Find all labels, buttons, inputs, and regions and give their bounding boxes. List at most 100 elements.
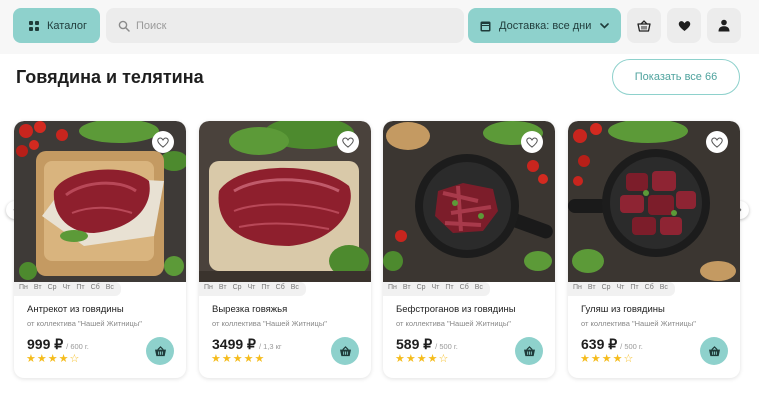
day-label: Вс	[659, 284, 668, 291]
product-price: 3499 ₽	[212, 336, 256, 352]
day-label: Сб	[90, 284, 100, 291]
product-maker: от коллектива "Нашей Житницы"	[27, 319, 142, 328]
delivery-days: Пн Вт Ср Чт Пт Сб Вс	[568, 282, 675, 296]
product-unit: / 600 г.	[66, 342, 89, 351]
product-unit: / 500 г.	[620, 342, 643, 351]
product-card[interactable]: Пн Вт Ср Чт Пт Сб Вс Антрекот из говядины от к…	[14, 121, 186, 378]
delivery-days: Пн Вт Ср Чт Пт Сб Вс	[14, 282, 121, 296]
star-filled-icon: ★	[232, 353, 243, 365]
day-label: Пт	[76, 284, 85, 291]
top-bar: Каталог Доставка: все дни	[0, 0, 759, 54]
star-filled-icon: ★	[254, 353, 265, 365]
add-to-cart-button[interactable]	[700, 337, 728, 365]
day-label: Пн	[19, 284, 28, 291]
price-row: 589 ₽ / 500 г.	[396, 336, 458, 353]
star-empty-icon: ☆	[438, 353, 449, 365]
day-label: Пт	[445, 284, 454, 291]
day-label: Вт	[402, 284, 411, 291]
star-filled-icon: ★	[36, 353, 47, 365]
product-card[interactable]: Пн Вт Ср Чт Пт Сб Вс Вырезка говяжья от коллек…	[199, 121, 371, 378]
catalog-button[interactable]: Каталог	[13, 8, 100, 43]
add-to-cart-button[interactable]	[515, 337, 543, 365]
product-price: 999 ₽	[27, 336, 64, 352]
day-label: Пн	[573, 284, 582, 291]
search-input[interactable]	[136, 19, 436, 32]
product-maker: от коллектива "Нашей Житницы"	[396, 319, 511, 328]
star-empty-icon: ☆	[69, 353, 80, 365]
grid-icon	[29, 20, 39, 31]
star-filled-icon: ★	[395, 353, 405, 365]
section-title: Говядина и телятина	[16, 67, 204, 87]
heart-outline-icon	[711, 137, 723, 148]
basket-icon	[154, 345, 166, 356]
day-label: Ср	[416, 284, 426, 291]
delivery-days: Пн Вт Ср Чт Пт Сб Вс	[383, 282, 490, 296]
star-filled-icon: ★	[427, 353, 438, 365]
basket-icon	[637, 19, 651, 32]
favorite-button[interactable]	[521, 131, 543, 153]
day-label: Сб	[459, 284, 469, 291]
search-icon	[118, 20, 130, 32]
day-label: Пт	[630, 284, 639, 291]
star-filled-icon: ★	[26, 353, 36, 365]
day-label: Вс	[105, 284, 114, 291]
day-label: Чт	[247, 284, 256, 291]
product-card[interactable]: Пн Вт Ср Чт Пт Сб Вс Гуляш из говядины от колл…	[568, 121, 740, 378]
product-title[interactable]: Вырезка говяжья	[212, 304, 287, 315]
product-maker: от коллектива "Нашей Житницы"	[581, 319, 696, 328]
star-filled-icon: ★	[590, 353, 601, 365]
basket-icon	[339, 345, 351, 356]
add-to-cart-button[interactable]	[331, 337, 359, 365]
day-label: Вс	[290, 284, 299, 291]
day-label: Ср	[232, 284, 242, 291]
product-photo[interactable]	[383, 121, 555, 282]
price-row: 3499 ₽ / 1,3 кг	[212, 336, 282, 353]
day-label: Чт	[62, 284, 71, 291]
day-label: Вс	[474, 284, 483, 291]
star-empty-icon: ☆	[623, 353, 634, 365]
star-filled-icon: ★	[211, 353, 221, 365]
rating-stars: ★ ★ ★ ★ ☆	[580, 354, 634, 365]
day-label: Вт	[218, 284, 227, 291]
product-title[interactable]: Гуляш из говядины	[581, 304, 665, 315]
show-all-button[interactable]: Показать все 66	[612, 59, 740, 95]
product-price: 589 ₽	[396, 336, 433, 352]
profile-button[interactable]	[707, 8, 741, 43]
product-photo[interactable]	[14, 121, 186, 282]
price-row: 999 ₽ / 600 г.	[27, 336, 89, 353]
star-filled-icon: ★	[580, 353, 590, 365]
star-filled-icon: ★	[47, 353, 58, 365]
favorite-button[interactable]	[152, 131, 174, 153]
favorites-button[interactable]	[667, 8, 701, 43]
day-label: Ср	[601, 284, 611, 291]
delivery-days: Пн Вт Ср Чт Пт Сб Вс	[199, 282, 306, 296]
user-icon	[718, 19, 730, 32]
product-card[interactable]: Пн Вт Ср Чт Пт Сб Вс Бефстроганов из говядины …	[383, 121, 555, 378]
product-price: 639 ₽	[581, 336, 618, 352]
basket-icon	[708, 345, 720, 356]
star-filled-icon: ★	[58, 353, 69, 365]
product-title[interactable]: Антрекот из говядины	[27, 304, 124, 315]
search-bar[interactable]	[106, 8, 464, 43]
chevron-down-icon	[600, 22, 609, 29]
product-title[interactable]: Бефстроганов из говядины	[396, 304, 516, 315]
star-filled-icon: ★	[612, 353, 623, 365]
star-filled-icon: ★	[416, 353, 427, 365]
star-filled-icon: ★	[405, 353, 416, 365]
day-label: Сб	[275, 284, 285, 291]
product-maker: от коллектива "Нашей Житницы"	[212, 319, 327, 328]
catalog-label: Каталог	[47, 19, 87, 32]
day-label: Пн	[204, 284, 213, 291]
heart-outline-icon	[526, 137, 538, 148]
day-label: Вт	[587, 284, 596, 291]
favorite-button[interactable]	[706, 131, 728, 153]
heart-outline-icon	[342, 137, 354, 148]
product-photo[interactable]	[568, 121, 740, 282]
add-to-cart-button[interactable]	[146, 337, 174, 365]
delivery-dropdown[interactable]: Доставка: все дни	[468, 8, 621, 43]
basket-button[interactable]	[627, 8, 661, 43]
day-label: Ср	[47, 284, 57, 291]
product-photo[interactable]	[199, 121, 371, 282]
favorite-button[interactable]	[337, 131, 359, 153]
product-unit: / 1,3 кг	[258, 342, 282, 351]
